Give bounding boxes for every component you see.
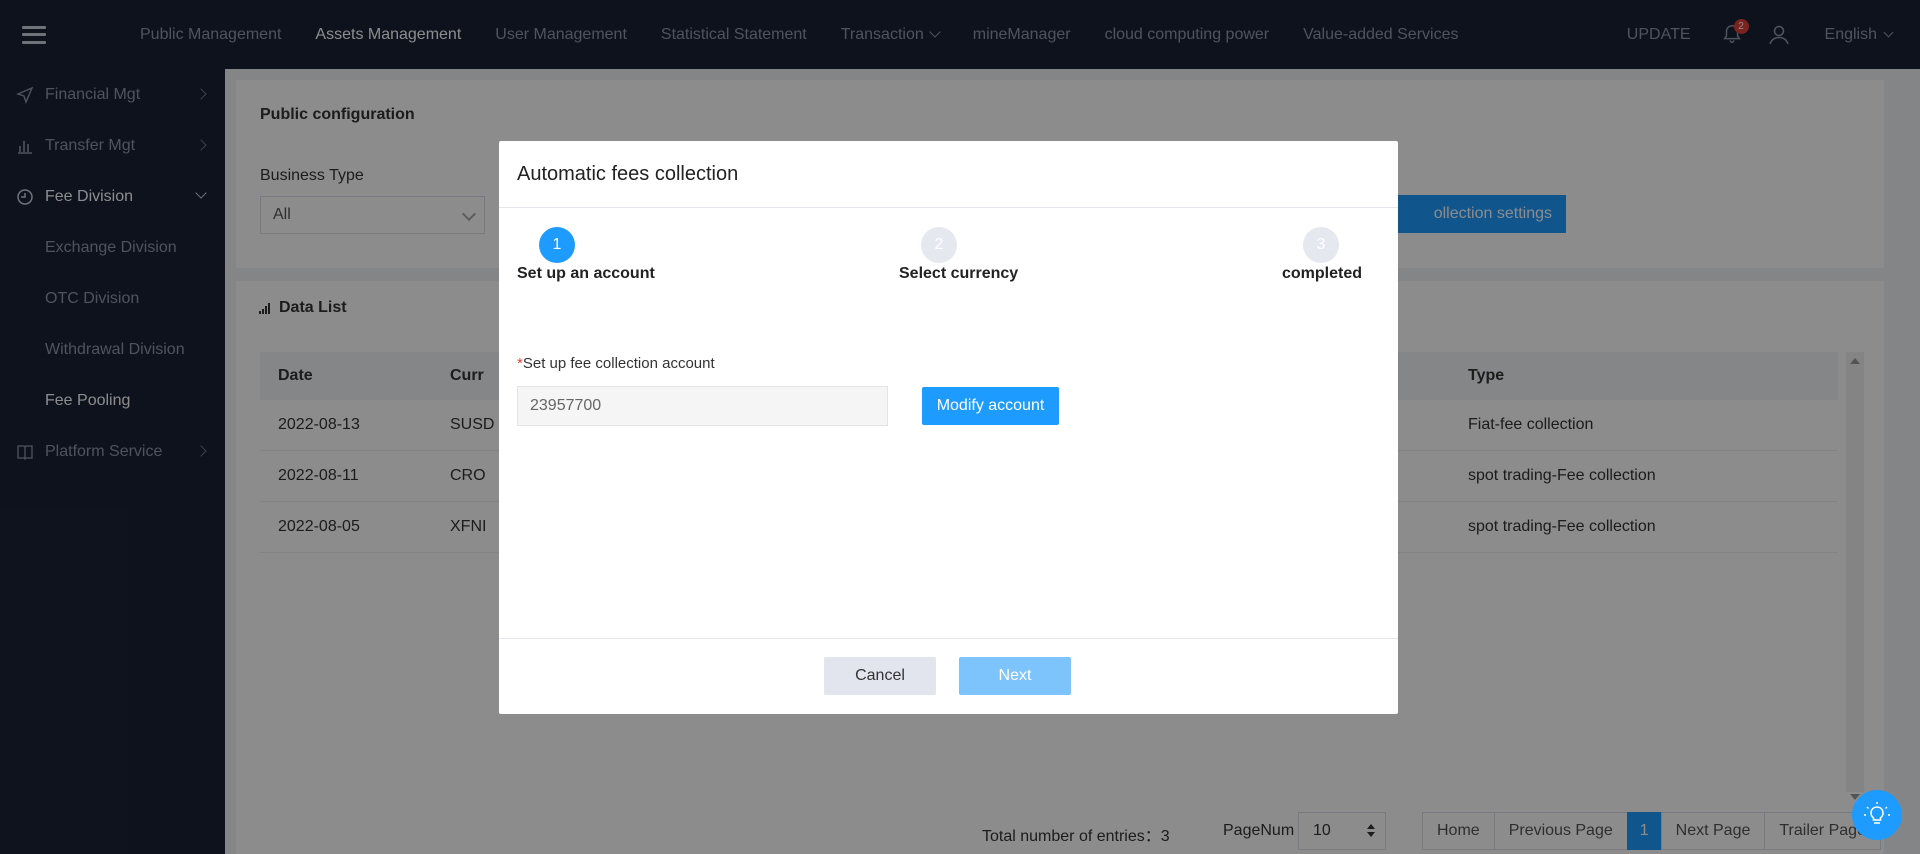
modify-account-button[interactable]: Modify account [922, 387, 1059, 425]
cancel-button[interactable]: Cancel [824, 657, 936, 695]
field-label-text: Set up fee collection account [522, 355, 715, 372]
fee-account-label: *Set up fee collection account [517, 355, 715, 372]
next-button[interactable]: Next [959, 657, 1071, 695]
step-3-label: completed [1282, 265, 1363, 282]
step-2-indicator: 2 [921, 227, 957, 263]
lightbulb-icon [1864, 802, 1890, 824]
step-1-indicator: 1 [539, 227, 575, 263]
help-button[interactable] [1852, 790, 1902, 840]
step-2-label: Select currency [899, 265, 1019, 282]
step-1-label: Set up an account [517, 265, 655, 282]
dialog-title: Automatic fees collection [499, 141, 1398, 208]
dialog-footer: Cancel Next [499, 638, 1398, 714]
step-3-indicator: 3 [1303, 227, 1339, 263]
automatic-fees-collection-dialog: Automatic fees collection 1 Set up an ac… [499, 141, 1398, 714]
fee-account-input[interactable]: 23957700 [517, 386, 888, 426]
